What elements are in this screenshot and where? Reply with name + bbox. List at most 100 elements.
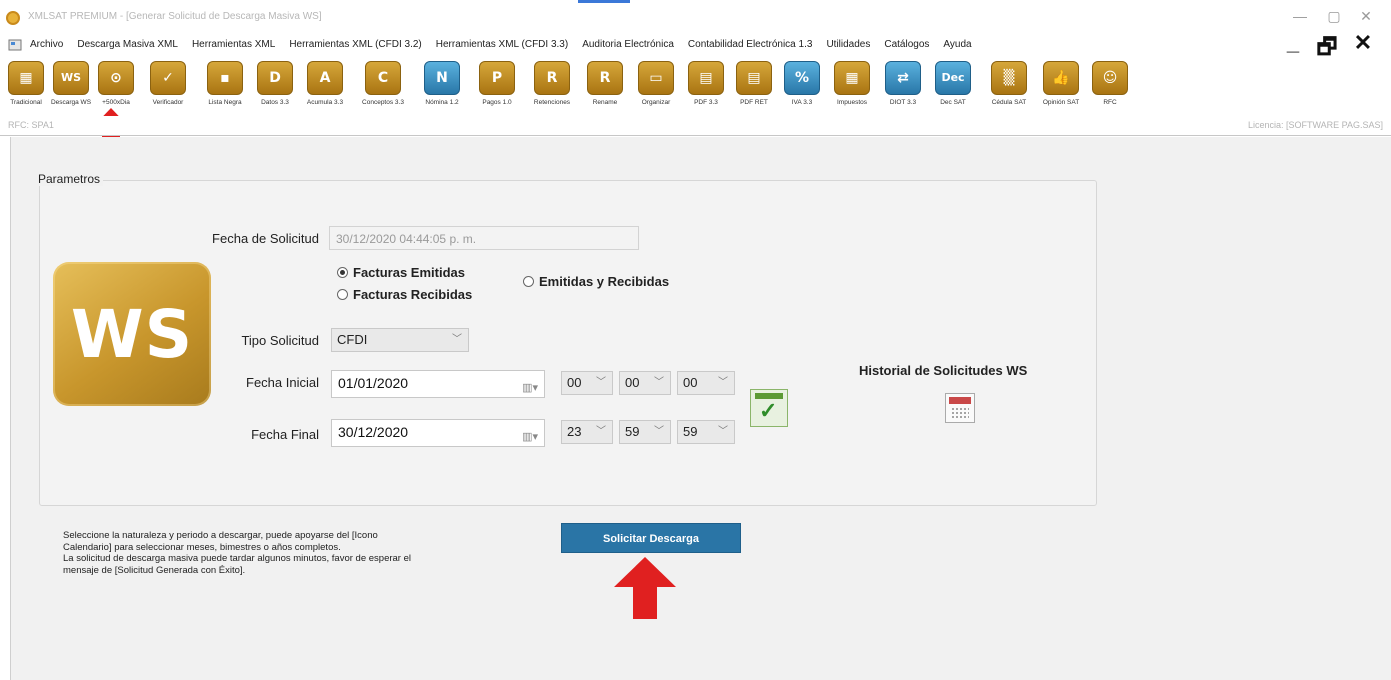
tool-pdf33[interactable]: ▤ PDF 3.3 xyxy=(682,58,730,116)
checkmark-icon: ✓ xyxy=(759,398,778,423)
title-bar: XMLSAT PREMIUM - [Generar Solicitud de D… xyxy=(0,0,1391,36)
percent-icon: % xyxy=(784,61,820,95)
fecha-solicitud-label: Fecha de Solicitud xyxy=(212,231,319,246)
ticket-icon: ⊙ xyxy=(98,61,134,95)
menu-contabilidad[interactable]: Contabilidad Electrónica 1.3 xyxy=(688,39,813,50)
retenciones-icon: R xyxy=(534,61,570,95)
inicial-second-select[interactable]: 00 ﹀ xyxy=(677,371,735,395)
tool-pagos[interactable]: P Pagos 1.0 xyxy=(470,58,524,116)
verify-icon: ✓ xyxy=(150,61,186,95)
tool-retenciones[interactable]: R Retenciones xyxy=(524,58,580,116)
menu-herramientas-xml[interactable]: Herramientas XML xyxy=(192,39,275,50)
fecha-solicitud-field: 30/12/2020 04:44:05 p. m. xyxy=(329,226,639,250)
menu-ayuda[interactable]: Ayuda xyxy=(943,39,971,50)
radio-dot-selected xyxy=(337,267,348,278)
tool-tradicional[interactable]: ▦ Tradicional xyxy=(4,58,48,116)
app-logo-icon xyxy=(6,11,20,25)
red-arrow-up-icon xyxy=(614,557,676,619)
conceptos-icon: C xyxy=(365,61,401,95)
rename-icon: R xyxy=(587,61,623,95)
license-label: Licencia: [SOFTWARE PAG.SAS] xyxy=(1247,120,1383,130)
instructions-line-2: La solicitud de descarga masiva puede ta… xyxy=(63,553,412,576)
fecha-inicial-label: Fecha Inicial xyxy=(246,375,319,390)
tool-conceptos[interactable]: C Conceptos 3.3 xyxy=(352,58,414,116)
chevron-down-icon: ﹀ xyxy=(452,334,462,345)
pagos-icon: P xyxy=(479,61,515,95)
final-minute-select[interactable]: 59 ﹀ xyxy=(619,420,671,444)
toolbar: ▦ Tradicional WS Descarga WS ⊙ +500xDia … xyxy=(4,58,1388,116)
tool-iva[interactable]: % IVA 3.3 xyxy=(778,58,826,116)
radio-facturas-emitidas[interactable]: Facturas Emitidas xyxy=(337,265,465,280)
folder-icon: ▭ xyxy=(638,61,674,95)
chevron-down-icon: ﹀ xyxy=(654,426,664,437)
tool-diot[interactable]: ⇄ DIOT 3.3 xyxy=(878,58,928,116)
inicial-minute-select[interactable]: 00 ﹀ xyxy=(619,371,671,395)
minimize-button[interactable]: — xyxy=(1288,8,1312,24)
mdi-minimize-button[interactable]: _ xyxy=(1280,30,1306,56)
tradicional-icon: ▦ xyxy=(8,61,44,95)
menu-utilidades[interactable]: Utilidades xyxy=(826,39,870,50)
menu-herramientas-cfdi32[interactable]: Herramientas XML (CFDI 3.2) xyxy=(289,39,421,50)
tool-nomina[interactable]: N Nómina 1.2 xyxy=(414,58,470,116)
tool-impuestos[interactable]: ▦ Impuestos xyxy=(826,58,878,116)
tool-lista-negra[interactable]: ▪ Lista Negra xyxy=(198,58,252,116)
calendar-dropdown-icon[interactable]: ▥▾ xyxy=(522,425,538,449)
final-hour-select[interactable]: 23 ﹀ xyxy=(561,420,613,444)
mdi-child-icon xyxy=(8,39,22,51)
historial-calendar-icon[interactable] xyxy=(945,393,975,423)
pdf-ret-icon: ▤ xyxy=(736,61,772,95)
tool-acumula[interactable]: A Acumula 3.3 xyxy=(298,58,352,116)
tool-organizar[interactable]: ▭ Organizar xyxy=(630,58,682,116)
chevron-down-icon: ﹀ xyxy=(596,377,606,388)
menu-bar: Archivo Descarga Masiva XML Herramientas… xyxy=(0,36,1391,56)
chevron-down-icon: ﹀ xyxy=(718,426,728,437)
tipo-solicitud-label: Tipo Solicitud xyxy=(241,333,319,348)
tool-rename[interactable]: R Rename xyxy=(580,58,630,116)
menu-catalogos[interactable]: Catálogos xyxy=(884,39,929,50)
handshake-icon: ⇄ xyxy=(885,61,921,95)
acumula-icon: A xyxy=(307,61,343,95)
close-button[interactable]: ✕ xyxy=(1354,8,1378,25)
cedula-icon: ▒ xyxy=(991,61,1027,95)
instructions-text: Seleccione la naturaleza y periodo a des… xyxy=(63,530,423,576)
calendar-dropdown-icon[interactable]: ▥▾ xyxy=(522,376,538,400)
title-accent-bar xyxy=(578,0,630,3)
group-title: Parametros xyxy=(35,172,104,186)
calendar-check-button[interactable]: ✓ xyxy=(750,389,788,427)
main-panel: Parametros WS Fecha de Solicitud 30/12/2… xyxy=(10,137,1391,680)
fecha-final-field[interactable]: 30/12/2020 ▥▾ xyxy=(331,419,545,447)
tipo-solicitud-select[interactable]: CFDI ﹀ xyxy=(331,328,469,352)
dec-icon: Dec xyxy=(935,61,971,95)
solicitar-descarga-button[interactable]: Solicitar Descarga xyxy=(561,523,741,553)
radio-facturas-recibidas[interactable]: Facturas Recibidas xyxy=(337,287,472,302)
calculator-icon: ▦ xyxy=(834,61,870,95)
menu-descarga-masiva[interactable]: Descarga Masiva XML xyxy=(77,39,178,50)
radio-dot xyxy=(523,276,534,287)
radio-emitidas-y-recibidas[interactable]: Emitidas y Recibidas xyxy=(523,274,669,289)
tool-verificador[interactable]: ✓ Verificador xyxy=(138,58,198,116)
tool-datos[interactable]: D Datos 3.3 xyxy=(252,58,298,116)
mdi-close-button[interactable]: ✕ xyxy=(1350,30,1376,56)
tool-rfc[interactable]: ☺ RFC xyxy=(1088,58,1132,116)
fecha-inicial-field[interactable]: 01/01/2020 ▥▾ xyxy=(331,370,545,398)
thumbs-up-icon: 👍 xyxy=(1043,61,1079,95)
maximize-button[interactable]: ▢ xyxy=(1322,8,1346,25)
tool-opinion-sat[interactable]: 👍 Opinión SAT xyxy=(1034,58,1088,116)
chevron-down-icon: ﹀ xyxy=(654,377,664,388)
tool-dec-sat[interactable]: Dec Dec SAT xyxy=(928,58,978,116)
nomina-icon: N xyxy=(424,61,460,95)
datos-icon: D xyxy=(257,61,293,95)
blacklist-icon: ▪ xyxy=(207,61,243,95)
menu-archivo[interactable]: Archivo xyxy=(30,39,63,50)
tool-pdf-ret[interactable]: ▤ PDF RET xyxy=(730,58,778,116)
tool-cedula-sat[interactable]: ▒ Cédula SAT xyxy=(984,58,1034,116)
chevron-down-icon: ﹀ xyxy=(596,426,606,437)
menu-herramientas-cfdi33[interactable]: Herramientas XML (CFDI 3.3) xyxy=(436,39,568,50)
menu-auditoria[interactable]: Auditoria Electrónica xyxy=(582,39,674,50)
inicial-hour-select[interactable]: 00 ﹀ xyxy=(561,371,613,395)
pdf-icon: ▤ xyxy=(688,61,724,95)
chevron-down-icon: ﹀ xyxy=(718,377,728,388)
window-title: XMLSAT PREMIUM - [Generar Solicitud de D… xyxy=(28,11,322,22)
final-second-select[interactable]: 59 ﹀ xyxy=(677,420,735,444)
instructions-line-1: Seleccione la naturaleza y periodo a des… xyxy=(63,530,378,553)
